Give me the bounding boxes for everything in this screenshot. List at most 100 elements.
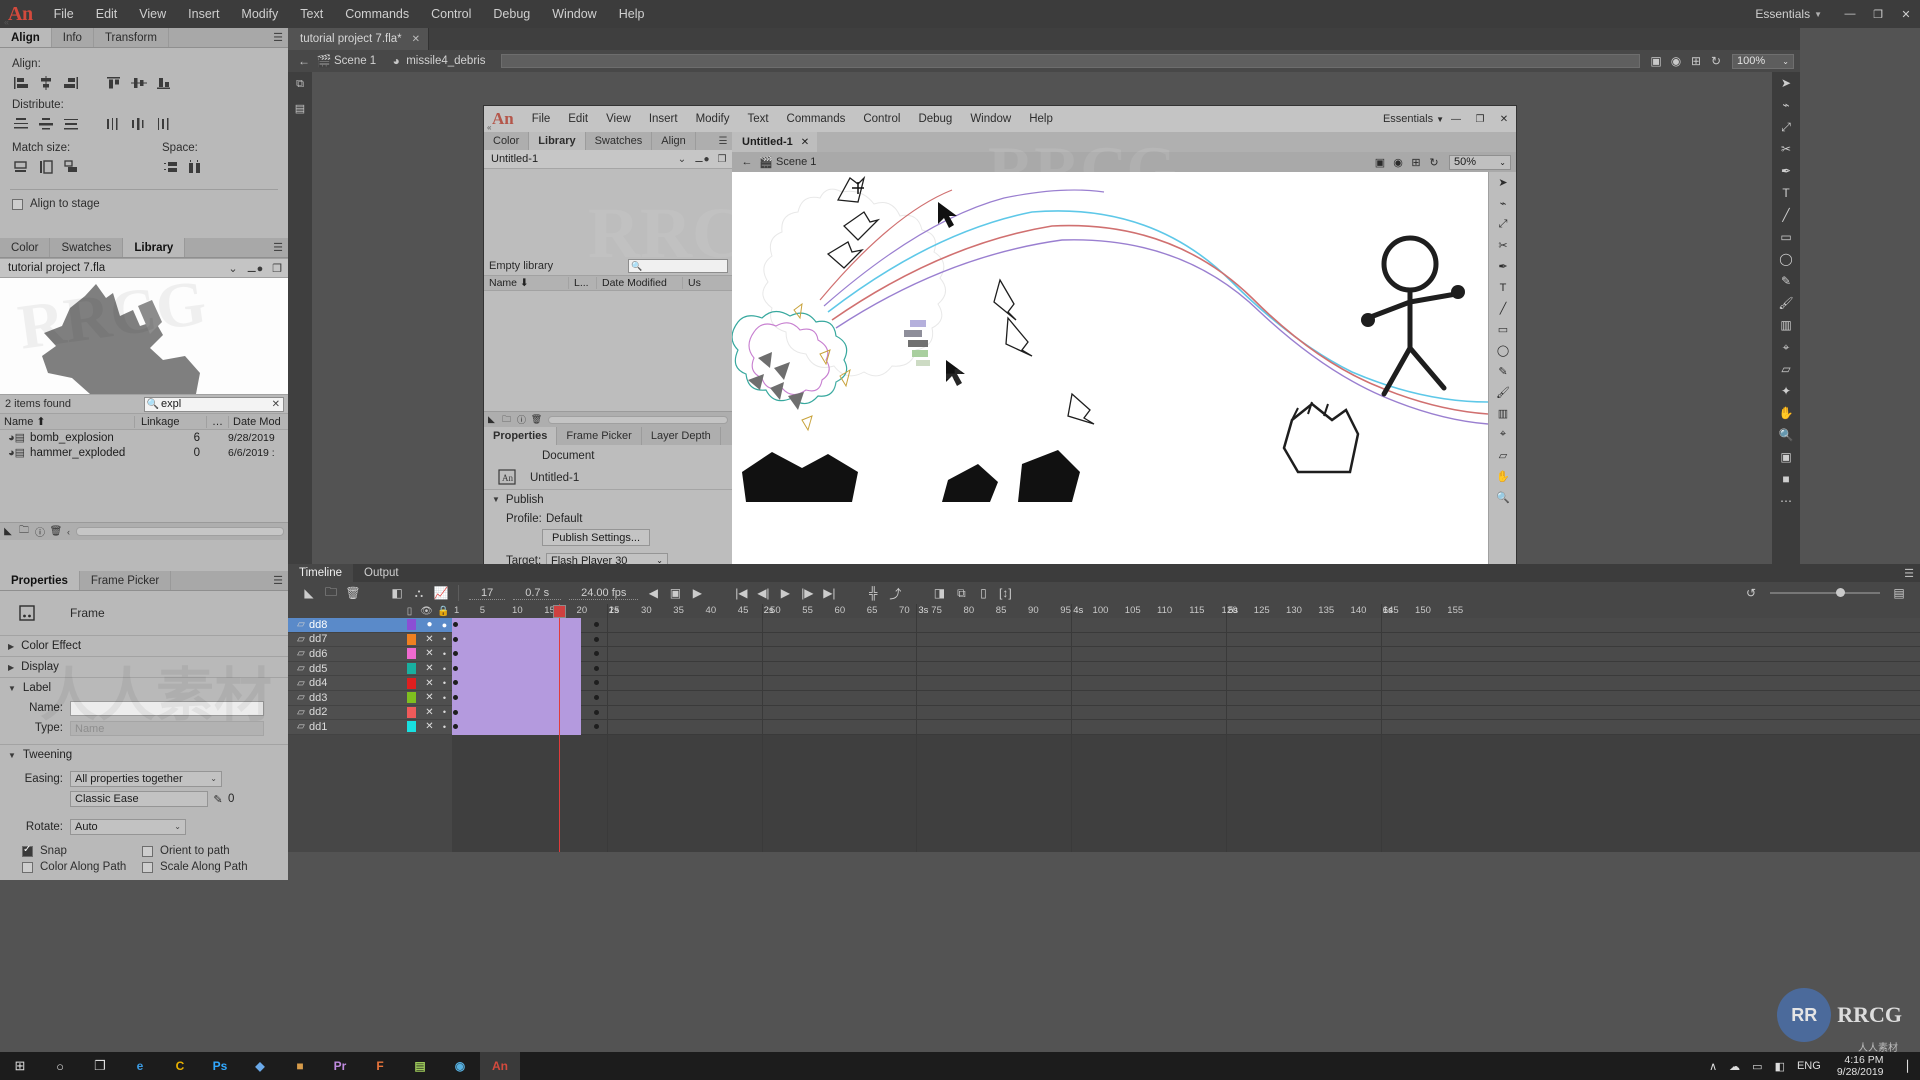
layer-lock-toggle[interactable]: • [437, 722, 452, 732]
task-view-icon[interactable]: ❐ [80, 1052, 120, 1080]
breadcrumb-symbol[interactable]: missile4_debris [406, 55, 495, 67]
menu-modify[interactable]: Modify [230, 0, 289, 28]
nested-document-tab[interactable]: Untitled-1 ✕ [732, 132, 818, 152]
step-back-icon[interactable]: ◀| [752, 583, 774, 603]
nested-tab-align[interactable]: Align [652, 132, 696, 150]
cloud-icon[interactable]: ☁ [1723, 1060, 1746, 1073]
align-horizontal-center-icon[interactable] [35, 74, 57, 92]
go-to-last-frame-icon[interactable]: ▶| [818, 583, 840, 603]
nested-tab-library[interactable]: Library [529, 132, 586, 150]
menu-window[interactable]: Window [541, 0, 607, 28]
line-tool-icon[interactable]: ╱ [1489, 298, 1517, 319]
close-button[interactable]: ✕ [1892, 0, 1920, 28]
tween-span[interactable] [452, 720, 581, 735]
pen-tool-icon[interactable]: ✒ [1772, 160, 1800, 182]
library-horizontal-scrollbar[interactable] [76, 527, 284, 536]
resize-timeline-icon[interactable]: [↕] [994, 583, 1016, 603]
timeline-options-menu-icon[interactable]: ☰ [1898, 564, 1920, 582]
layer-depth-icon[interactable]: ⛬ [408, 583, 430, 603]
nested-menu-window[interactable]: Window [961, 106, 1020, 132]
menu-commands[interactable]: Commands [334, 0, 420, 28]
section-display[interactable]: ▶ Display [0, 656, 288, 677]
fill-color-icon[interactable]: ■ [1772, 468, 1800, 490]
layer-row[interactable]: ▱ dd2 ✕ • [288, 705, 452, 721]
go-to-first-frame-icon[interactable]: |◀ [730, 583, 752, 603]
match-width-icon[interactable] [10, 158, 32, 176]
layer-row[interactable]: ▱ dd1 ✕ • [288, 720, 452, 735]
column-more[interactable]: … [206, 415, 228, 428]
end-keyframe-marker[interactable] [594, 636, 599, 642]
tab-properties[interactable]: Properties [0, 571, 80, 590]
tween-easing-icon[interactable]: 📈 [430, 583, 452, 603]
library-item-row[interactable]: ◕▤ bomb_explosion 6 9/28/2019 [0, 430, 288, 445]
distribute-bottom-icon[interactable] [60, 115, 82, 133]
selection-tool-icon[interactable]: ➤ [1772, 72, 1800, 94]
new-folder-icon[interactable]: 🗀 [16, 524, 32, 540]
timeline-frame-grid[interactable]: 1 5 10 15 20 25 30 35 40 45 50 55 60 65 70 75 80 85 90 95 10… [452, 604, 1920, 852]
nested-menu-file[interactable]: File [523, 106, 560, 132]
layer-row[interactable]: ▱ dd7 ✕ • [288, 632, 452, 648]
ease-preset-select[interactable]: Classic Ease [70, 791, 208, 807]
nested-library-document-selector[interactable]: Untitled-1 ⌄ ⚊● ❐ [484, 150, 732, 169]
nested-tab-layer-depth[interactable]: Layer Depth [642, 427, 721, 445]
end-keyframe-marker[interactable] [594, 709, 599, 715]
clip-content-icon[interactable]: ◉ [1666, 54, 1686, 68]
align-left-icon[interactable] [10, 74, 32, 92]
modify-markers-icon[interactable]: ▯ [972, 583, 994, 603]
stage-canvas-area[interactable]: ⧉ ▤ An File Edit View Insert Modify Text… [288, 72, 1800, 570]
nested-minimize-button[interactable]: — [1444, 107, 1468, 131]
pencil-tool-icon[interactable]: ✎ [1772, 270, 1800, 292]
end-keyframe-marker[interactable] [594, 622, 599, 627]
fit-in-window-icon[interactable]: ⊞ [1407, 156, 1425, 169]
taskbar-app-media-icon[interactable]: ◉ [440, 1052, 480, 1080]
scale-along-path-row[interactable]: Scale Along Path [140, 861, 248, 877]
library-options-menu-icon[interactable]: ☰ [268, 238, 288, 257]
nested-panel-menu-icon[interactable]: ☰ [714, 132, 732, 150]
new-symbol-icon[interactable]: ◣ [484, 414, 499, 425]
timeline-frame-size-icon[interactable]: ▤ [1888, 583, 1910, 603]
eraser-tool-icon[interactable]: ▱ [1489, 445, 1517, 466]
nested-zoom-select[interactable]: 50% ⌄ [1449, 154, 1511, 170]
end-keyframe-marker[interactable] [594, 665, 599, 671]
pin-library-icon[interactable]: ⚊● [692, 154, 712, 165]
nested-menu-control[interactable]: Control [854, 106, 909, 132]
subselection-tool-icon[interactable]: ⌁ [1489, 193, 1517, 214]
paint-bucket-tool-icon[interactable]: ▥ [1772, 314, 1800, 336]
brush-tool-icon[interactable]: 🖌 [1489, 382, 1517, 403]
new-library-panel-icon[interactable]: ❐ [266, 262, 288, 275]
tab-transform[interactable]: Transform [93, 28, 169, 47]
taskbar-app-premiere-icon[interactable]: Pr [320, 1052, 360, 1080]
delete-layer-icon[interactable]: 🗑 [342, 583, 364, 603]
taskbar-app-chrome-icon[interactable]: C [160, 1052, 200, 1080]
tab-output[interactable]: Output [353, 564, 410, 582]
close-icon[interactable]: ✕ [801, 137, 809, 148]
back-arrow-icon[interactable]: ← [738, 156, 756, 168]
network-icon[interactable]: ▭ [1746, 1060, 1768, 1073]
layer-name[interactable]: dd5 [306, 663, 407, 675]
properties-icon[interactable]: ⓘ [514, 413, 529, 426]
layer-row[interactable]: ▱ dd6 ✕ • [288, 647, 452, 662]
free-transform-tool-icon[interactable]: ⤢ [1489, 214, 1517, 235]
show-desktop-icon[interactable]: ▕ [1894, 1060, 1914, 1073]
distribute-right-icon[interactable] [153, 115, 175, 133]
layer-visibility-toggle[interactable]: ✕ [422, 707, 437, 718]
distribute-top-icon[interactable] [10, 115, 32, 133]
rotate-icon[interactable]: ↻ [1425, 156, 1443, 169]
eyedropper-tool-icon[interactable]: ⌖ [1489, 424, 1517, 445]
taskbar-app-editor-icon[interactable]: ▤ [400, 1052, 440, 1080]
distribute-vertical-center-icon[interactable] [35, 115, 57, 133]
rotate-select[interactable]: Auto ⌄ [70, 819, 186, 835]
tween-span[interactable] [452, 676, 581, 691]
layer-lock-toggle[interactable]: • [437, 664, 452, 674]
layer-name[interactable]: dd2 [306, 706, 407, 718]
align-top-icon[interactable] [103, 74, 125, 92]
tween-span[interactable] [452, 661, 581, 677]
stage-zoom-select[interactable]: 100% ⌄ [1732, 53, 1794, 69]
layer-lock-toggle[interactable]: • [437, 693, 452, 703]
timeline-zoom-slider[interactable] [1770, 588, 1880, 597]
tab-align[interactable]: Align [0, 28, 52, 47]
fit-in-window-icon[interactable]: ⊞ [1686, 54, 1706, 68]
nested-menu-text[interactable]: Text [738, 106, 777, 132]
timeline-ruler[interactable]: 1 5 10 15 20 25 30 35 40 45 50 55 60 65 70 75 80 85 90 95 10… [452, 604, 1920, 618]
nested-library-scrollbar[interactable] [548, 415, 728, 424]
